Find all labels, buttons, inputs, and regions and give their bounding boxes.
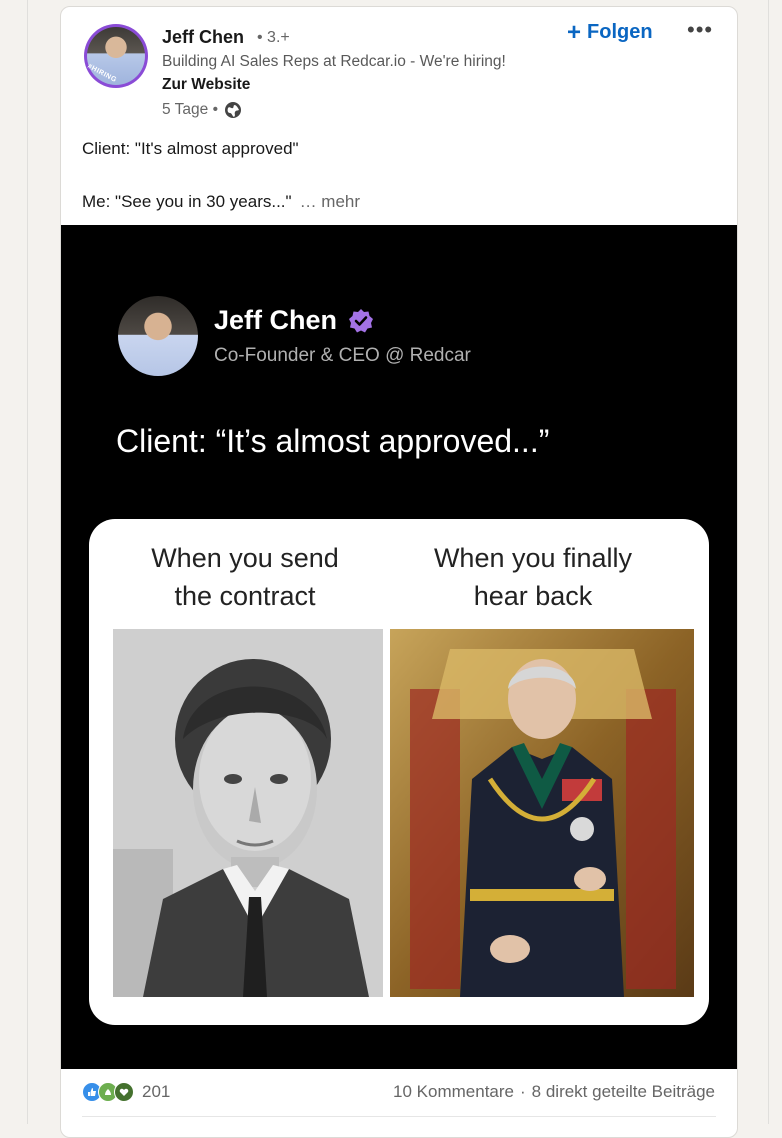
image-author-avatar <box>118 296 198 376</box>
feed-column-border-left <box>27 0 28 1124</box>
meme-photo-young-man <box>113 629 383 997</box>
post-text: Client: "It's almost approved" Me: "See … <box>82 138 712 213</box>
social-divider <box>82 1116 716 1117</box>
follow-label: Folgen <box>587 21 653 43</box>
image-author-name-row: Jeff Chen <box>214 305 375 336</box>
author-headline: Building AI Sales Reps at Redcar.io - We… <box>162 53 506 70</box>
connection-degree: • 3.+ <box>257 29 290 46</box>
more-options-button[interactable]: ••• <box>687 17 713 43</box>
meme-caption-right: When you finally hear back <box>407 539 659 615</box>
plus-icon: + <box>567 18 582 46</box>
post-text-line-2-content: Me: "See you in 30 years..." <box>82 192 292 211</box>
image-author-title: Co-Founder & CEO @ Redcar <box>214 345 471 366</box>
post-text-line-2: Me: "See you in 30 years..." … mehr <box>82 191 712 213</box>
support-reaction-icon <box>114 1082 134 1102</box>
website-link[interactable]: Zur Website <box>162 76 250 94</box>
post-text-line-1: Client: "It's almost approved" <box>82 139 299 158</box>
author-avatar[interactable]: #HIRING <box>84 24 148 88</box>
post-timestamp: 5 Tage • <box>162 101 242 119</box>
timestamp-text: 5 Tage • <box>162 101 218 118</box>
shares-count-link[interactable]: 8 direkt geteilte Beiträge <box>532 1082 715 1102</box>
meme-caption-left-line-2: the contract <box>174 581 316 611</box>
reaction-icons <box>82 1082 134 1102</box>
comments-count-link[interactable]: 10 Kommentare <box>393 1082 514 1102</box>
meme-photo-king-on-throne <box>390 629 694 997</box>
globe-icon <box>225 102 241 118</box>
meme-caption-right-line-1: When you finally <box>433 543 633 573</box>
social-counts-bar: 201 10 Kommentare · 8 direkt geteilte Be… <box>61 1069 737 1129</box>
reactions-summary[interactable]: 201 <box>82 1082 170 1102</box>
meme-caption-right-line-2: hear back <box>473 581 593 611</box>
meme-panel: When you send the contract When you fina… <box>89 519 709 1025</box>
image-quote: Client: “It’s almost approved...” <box>116 423 550 459</box>
author-name[interactable]: Jeff Chen <box>162 27 244 48</box>
meme-caption-left-line-1: When you send <box>151 543 339 573</box>
post-image[interactable]: Jeff Chen Co-Founder & CEO @ Redcar Clie… <box>61 225 737 1069</box>
feed-column-border-right <box>768 0 769 1124</box>
reaction-count: 201 <box>142 1082 171 1101</box>
verified-badge-icon <box>349 308 374 332</box>
engagement-stats: 10 Kommentare · 8 direkt geteilte Beiträ… <box>393 1082 715 1102</box>
image-author-name: Jeff Chen <box>214 305 338 335</box>
stats-separator: · <box>519 1082 526 1101</box>
see-more-link[interactable]: … mehr <box>300 192 360 211</box>
feed-post-card: #HIRING Jeff Chen • 3.+ Building AI Sale… <box>60 6 738 1138</box>
follow-button[interactable]: + Folgen <box>567 18 653 46</box>
meme-caption-left: When you send the contract <box>129 539 361 615</box>
